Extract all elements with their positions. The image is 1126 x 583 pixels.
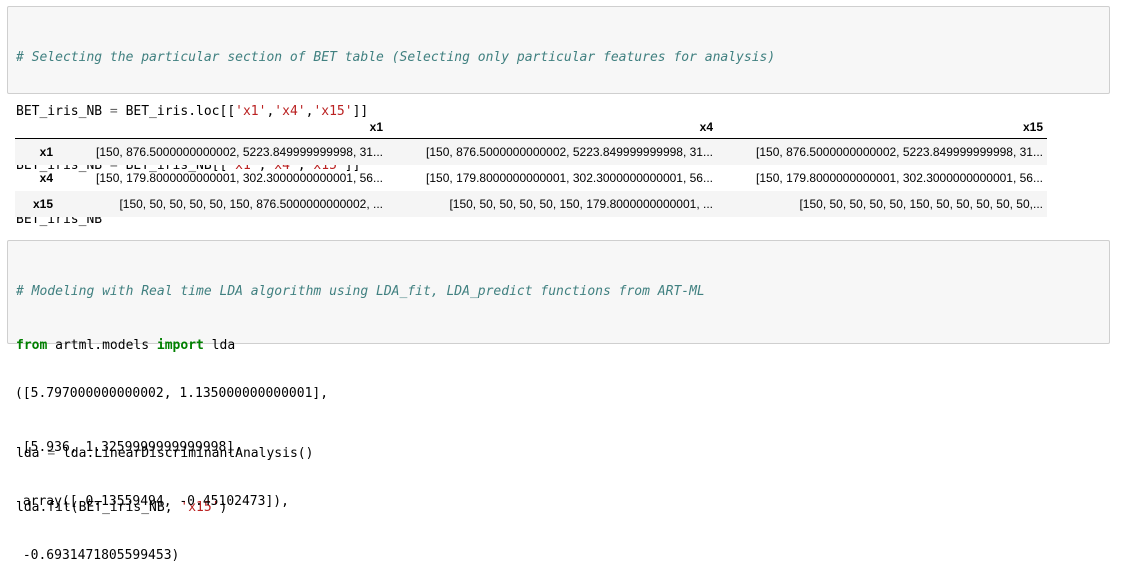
table-cell: [150, 179.8000000000001, 302.30000000000… xyxy=(96,171,383,185)
code-line: # Selecting the particular section of BE… xyxy=(16,49,1101,67)
table-cell: [150, 179.8000000000001, 302.30000000000… xyxy=(756,171,1043,185)
code-cell-1-input[interactable]: # Selecting the particular section of BE… xyxy=(7,6,1110,227)
row-index: x1 xyxy=(39,145,53,159)
table-row: x4 [150, 179.8000000000001, 302.30000000… xyxy=(15,165,1047,191)
table-cell: [150, 876.5000000000002, 5223.8499999999… xyxy=(426,145,713,159)
table-cell: [150, 50, 50, 50, 50, 150, 179.800000000… xyxy=(449,197,713,211)
row-index: x15 xyxy=(32,197,53,211)
code-comment: # Selecting the particular section of BE… xyxy=(16,50,776,65)
column-header: x4 xyxy=(387,115,717,139)
table-cell: [150, 50, 50, 50, 50, 150, 50, 50, 50, 5… xyxy=(799,197,1043,211)
table-header-row: x1 x4 x15 xyxy=(15,115,1047,139)
row-index: x4 xyxy=(39,171,53,185)
table-cell: [150, 50, 50, 50, 50, 150, 876.500000000… xyxy=(119,197,383,211)
table-cell: [150, 876.5000000000002, 5223.8499999999… xyxy=(96,145,383,159)
table-row: x15 [150, 50, 50, 50, 50, 150, 876.50000… xyxy=(15,191,1047,217)
code-cell-2-output: ([5.797000000000002, 1.135000000000001],… xyxy=(15,349,328,583)
column-header: x15 xyxy=(717,115,1047,139)
code-line: # Modeling with Real time LDA algorithm … xyxy=(16,283,1101,301)
code-cell-2-input[interactable]: # Modeling with Real time LDA algorithm … xyxy=(7,240,1110,515)
output-line: array([ 0.13559494, -0.45102473]), xyxy=(15,494,289,509)
table-row: x1 [150, 876.5000000000002, 5223.8499999… xyxy=(15,138,1047,165)
table-cell: [150, 179.8000000000001, 302.30000000000… xyxy=(426,171,713,185)
output-line: ([5.797000000000002, 1.135000000000001], xyxy=(15,386,329,401)
dataframe-output: x1 x4 x15 x1 [150, 876.5000000000002, 52… xyxy=(15,115,1047,217)
code-comment: # Modeling with Real time LDA algorithm … xyxy=(16,284,705,299)
index-header xyxy=(15,115,57,139)
output-line: [5.936, 1.3259999999999998], xyxy=(15,440,242,455)
column-header: x1 xyxy=(57,115,387,139)
output-line: -0.6931471805599453) xyxy=(15,548,180,563)
table-cell: [150, 876.5000000000002, 5223.8499999999… xyxy=(756,145,1043,159)
